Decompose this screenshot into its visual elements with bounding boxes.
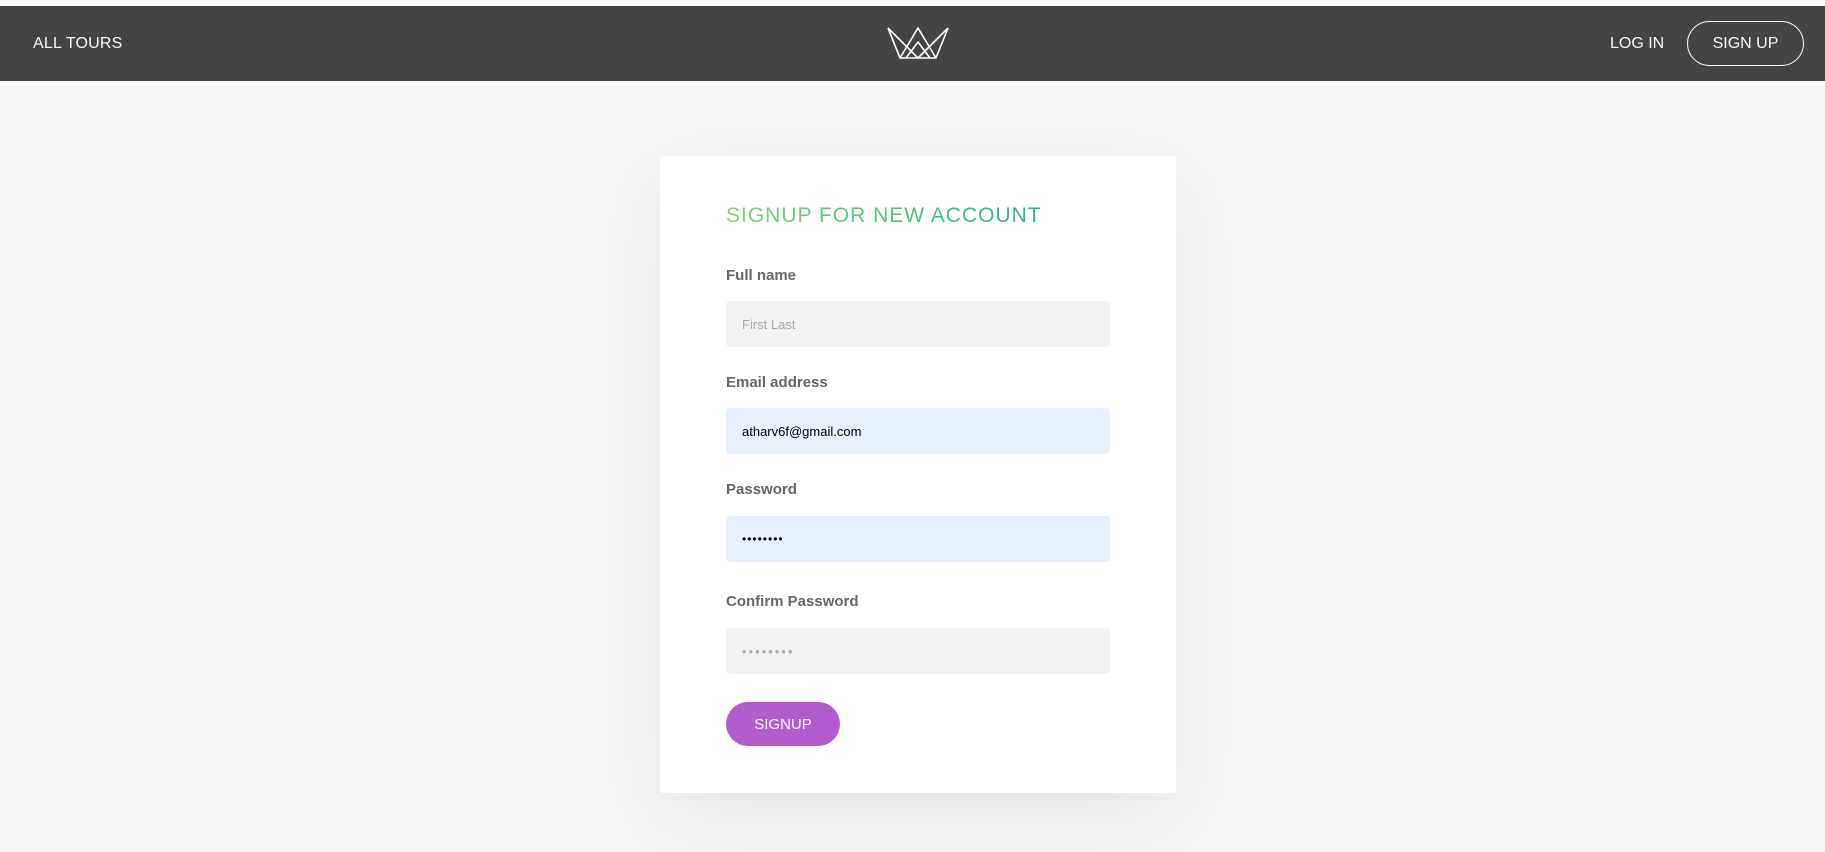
fullname-placeholder: First Last xyxy=(742,316,796,332)
password-label: Password xyxy=(726,481,797,498)
crown-logo-icon[interactable] xyxy=(886,24,950,60)
confirm-password-placeholder: •••••••• xyxy=(742,643,795,659)
password-value: •••••••• xyxy=(742,532,784,546)
signup-submit-button[interactable]: SIGNUP xyxy=(726,702,840,746)
fullname-label: Full name xyxy=(726,267,797,284)
email-label: Email address xyxy=(726,374,828,391)
confirm-password-label: Confirm Password xyxy=(726,593,859,610)
nav-all-tours-link[interactable]: ALL TOURS xyxy=(33,6,123,81)
password-input[interactable]: •••••••• xyxy=(726,516,1110,562)
form-title: SIGNUP FOR NEW ACCOUNT xyxy=(726,204,1042,227)
email-input[interactable]: atharv6f@gmail.com xyxy=(726,408,1110,454)
nav-login-link[interactable]: LOG IN xyxy=(1610,6,1664,81)
nav-signup-button[interactable]: SIGN UP xyxy=(1687,21,1804,66)
confirm-password-input[interactable]: •••••••• xyxy=(726,628,1110,674)
email-value: atharv6f@gmail.com xyxy=(742,423,862,439)
site-header: ALL TOURS LOG IN SIGN UP xyxy=(0,6,1825,81)
fullname-input[interactable]: First Last xyxy=(726,301,1110,347)
signup-card: SIGNUP FOR NEW ACCOUNT Full name First L… xyxy=(660,156,1176,793)
